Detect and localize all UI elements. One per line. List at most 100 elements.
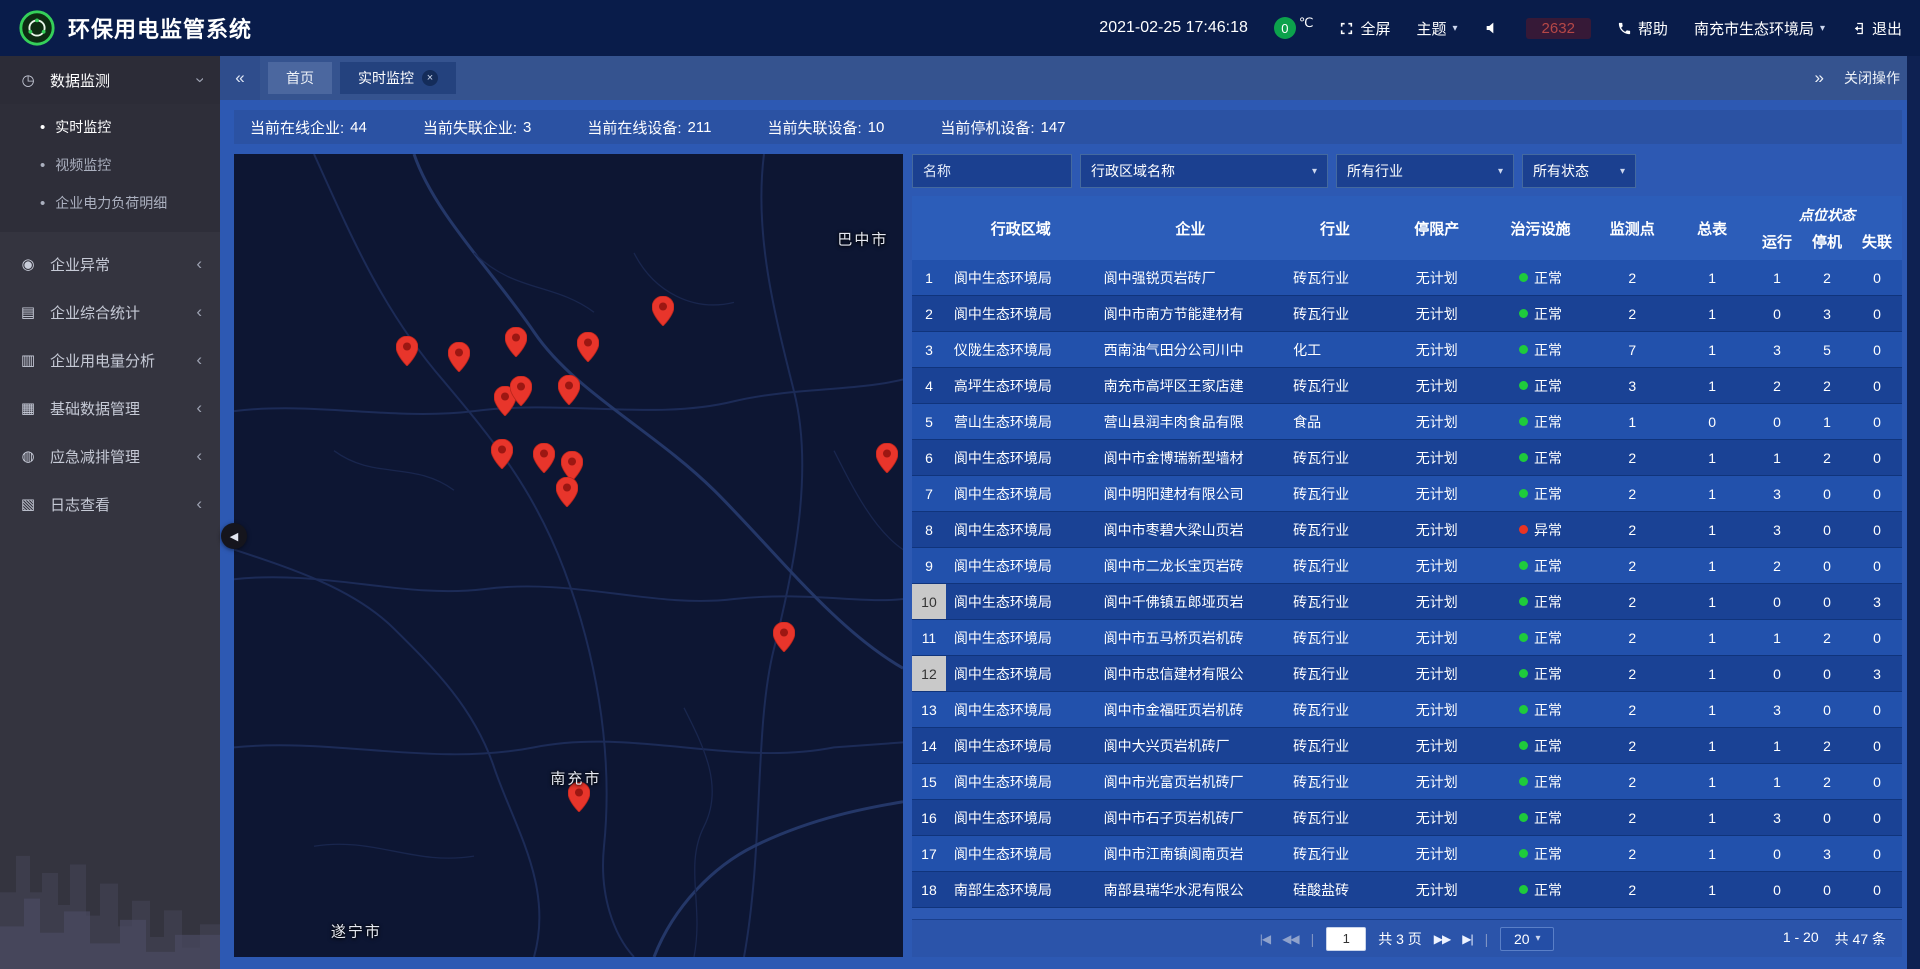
row-number: 16 bbox=[912, 800, 946, 835]
tab-label: 实时监控 bbox=[358, 68, 414, 88]
map-pin[interactable] bbox=[448, 342, 470, 372]
sidebar-subitem[interactable]: • 视频监控 bbox=[0, 146, 220, 184]
cell-monitor-points: 2 bbox=[1592, 810, 1672, 826]
cell-monitor-points: 2 bbox=[1592, 450, 1672, 466]
sidebar-item[interactable]: ▧ 日志查看 ‹ bbox=[0, 480, 220, 528]
first-page-button[interactable]: |◀ bbox=[1260, 932, 1270, 946]
table-row[interactable]: 8 阆中生态环境局 阆中市枣碧大梁山页岩 砖瓦行业 无计划 异常 2 bbox=[912, 512, 1902, 548]
sidebar-item[interactable]: ◍ 应急减排管理 ‹ bbox=[0, 432, 220, 480]
map-pin[interactable] bbox=[396, 336, 418, 366]
page-number-input[interactable] bbox=[1326, 927, 1366, 951]
table-row[interactable]: 3 仪陇生态环境局 西南油气田分公司川中 化工 无计划 正常 7 bbox=[912, 332, 1902, 368]
col-header-region: 行政区域 bbox=[946, 218, 1096, 239]
page-size-select[interactable]: 20 ▾ bbox=[1500, 927, 1554, 951]
tabs-scroll-left-button[interactable]: « bbox=[220, 56, 260, 100]
cell-company: 阆中市二龙长宝页岩砖 bbox=[1096, 556, 1286, 576]
close-icon[interactable]: × bbox=[422, 70, 438, 86]
last-page-button[interactable]: ▶| bbox=[1462, 932, 1472, 946]
sidebar-item[interactable]: ▥ 企业用电量分析 ‹ bbox=[0, 336, 220, 384]
cell-industry: 砖瓦行业 bbox=[1285, 484, 1385, 504]
map-pin[interactable] bbox=[510, 376, 532, 406]
cell-stop: 0 bbox=[1802, 882, 1852, 898]
map-pin[interactable] bbox=[876, 443, 898, 473]
cell-region: 阆中生态环境局 bbox=[946, 556, 1096, 576]
cell-point-status: 1 2 0 bbox=[1752, 630, 1902, 646]
region-select[interactable]: 行政区域名称 ▾ bbox=[1080, 154, 1328, 188]
cell-lost: 0 bbox=[1852, 738, 1902, 754]
table-row[interactable]: 4 高坪生态环境局 南充市高坪区王家店建 砖瓦行业 无计划 正常 3 bbox=[912, 368, 1902, 404]
temperature-unit: ℃ bbox=[1299, 15, 1314, 31]
table-row[interactable]: 10 阆中生态环境局 阆中千佛镇五郎垭页岩 砖瓦行业 无计划 正常 2 bbox=[912, 584, 1902, 620]
industry-select[interactable]: 所有行业 ▾ bbox=[1336, 154, 1514, 188]
map-pin[interactable] bbox=[652, 296, 674, 326]
table-row[interactable]: 5 营山生态环境局 营山县润丰肉食品有限 食品 无计划 正常 1 bbox=[912, 404, 1902, 440]
table-row[interactable]: 16 阆中生态环境局 阆中市石子页岩机砖厂 砖瓦行业 无计划 正常 2 bbox=[912, 800, 1902, 836]
name-search-input[interactable] bbox=[912, 154, 1072, 188]
chevron-left-icon: ◀ bbox=[230, 530, 238, 543]
table-row[interactable]: 7 阆中生态环境局 阆中明阳建材有限公司 砖瓦行业 无计划 正常 2 bbox=[912, 476, 1902, 512]
scrollbar[interactable] bbox=[1907, 56, 1920, 969]
table-row[interactable]: 11 阆中生态环境局 阆中市五马桥页岩机砖 砖瓦行业 无计划 正常 2 bbox=[912, 620, 1902, 656]
help-button[interactable]: 帮助 bbox=[1617, 18, 1668, 39]
map[interactable]: 巴中市 南充市 遂宁市 bbox=[234, 154, 903, 957]
table-row[interactable]: 17 阆中生态环境局 阆中市江南镇阆南页岩 砖瓦行业 无计划 正常 2 bbox=[912, 836, 1902, 872]
sidebar-item[interactable]: ▤ 企业综合统计 ‹ bbox=[0, 288, 220, 336]
map-pin[interactable] bbox=[773, 622, 795, 652]
cell-lost: 0 bbox=[1852, 774, 1902, 790]
sidebar-subitem[interactable]: • 实时监控 bbox=[0, 108, 220, 146]
cell-facility-status: 正常 bbox=[1489, 664, 1593, 684]
tab-bar: « 首页 实时监控 × » 关闭操作 bbox=[220, 56, 1920, 100]
facility-status-label: 正常 bbox=[1534, 700, 1562, 720]
sidebar-item-label: 应急减排管理 bbox=[50, 446, 140, 467]
map-pin[interactable] bbox=[577, 332, 599, 362]
chevron-down-icon: ▾ bbox=[1498, 166, 1503, 177]
table-row[interactable]: 9 阆中生态环境局 阆中市二龙长宝页岩砖 砖瓦行业 无计划 正常 2 bbox=[912, 548, 1902, 584]
sidebar-subitem[interactable]: • 企业电力负荷明细 bbox=[0, 184, 220, 222]
map-pin[interactable] bbox=[556, 477, 578, 507]
table-row[interactable]: 12 阆中生态环境局 阆中市忠信建材有限公 砖瓦行业 无计划 正常 2 bbox=[912, 656, 1902, 692]
sidebar-item-data-monitor[interactable]: ◷ 数据监测 ‹ bbox=[0, 56, 220, 104]
close-operations-button[interactable]: 关闭操作 bbox=[1844, 68, 1900, 88]
cell-limit: 无计划 bbox=[1385, 592, 1489, 612]
tab-realtime-monitor[interactable]: 实时监控 × bbox=[340, 62, 456, 94]
prev-page-button[interactable]: ◀◀ bbox=[1282, 932, 1298, 946]
cell-point-status: 1 2 0 bbox=[1752, 738, 1902, 754]
cell-industry: 砖瓦行业 bbox=[1285, 736, 1385, 756]
exit-icon bbox=[1851, 21, 1866, 36]
cell-lost: 0 bbox=[1852, 630, 1902, 646]
stat-item: 当前停机设备: 147 bbox=[940, 117, 1065, 138]
page-title: 环保用电监管系统 bbox=[68, 12, 252, 44]
cell-total-meters: 1 bbox=[1672, 846, 1752, 862]
pin-icon bbox=[558, 375, 580, 405]
chevron-down-icon: ▾ bbox=[1453, 23, 1458, 34]
table-row[interactable]: 2 阆中生态环境局 阆中市南方节能建材有 砖瓦行业 无计划 正常 2 bbox=[912, 296, 1902, 332]
map-pin[interactable] bbox=[505, 327, 527, 357]
table-row[interactable]: 15 阆中生态环境局 阆中市光富页岩机砖厂 砖瓦行业 无计划 正常 2 bbox=[912, 764, 1902, 800]
region-select-value: 行政区域名称 bbox=[1091, 161, 1175, 181]
map-pin[interactable] bbox=[533, 443, 555, 473]
table-row[interactable]: 1 阆中生态环境局 阆中强锐页岩砖厂 砖瓦行业 无计划 正常 2 bbox=[912, 260, 1902, 296]
stat-item: 当前在线设备: 211 bbox=[587, 117, 711, 138]
table-row[interactable]: 18 南部生态环境局 南部县瑞华水泥有限公 硅酸盐砖 无计划 正常 2 bbox=[912, 872, 1902, 908]
cell-region: 仪陇生态环境局 bbox=[946, 340, 1096, 360]
tab-home[interactable]: 首页 bbox=[268, 62, 332, 94]
cell-region: 阆中生态环境局 bbox=[946, 664, 1096, 684]
status-select[interactable]: 所有状态 ▾ bbox=[1522, 154, 1636, 188]
logout-button[interactable]: 退出 bbox=[1851, 18, 1902, 39]
col-header-run: 运行 bbox=[1752, 231, 1802, 252]
map-pin[interactable] bbox=[558, 375, 580, 405]
org-dropdown[interactable]: 南充市生态环境局 ▾ bbox=[1694, 18, 1825, 39]
alarm-sound-button[interactable] bbox=[1484, 20, 1500, 36]
tabs-scroll-right-button[interactable]: » bbox=[1815, 68, 1824, 88]
table-row[interactable]: 13 阆中生态环境局 阆中市金福旺页岩机砖 砖瓦行业 无计划 正常 2 bbox=[912, 692, 1902, 728]
table-row[interactable]: 14 阆中生态环境局 阆中大兴页岩机砖厂 砖瓦行业 无计划 正常 2 bbox=[912, 728, 1902, 764]
cell-region: 阆中生态环境局 bbox=[946, 520, 1096, 540]
fullscreen-button[interactable]: 全屏 bbox=[1339, 18, 1390, 39]
next-page-button[interactable]: ▶▶ bbox=[1434, 932, 1450, 946]
table-row[interactable]: 6 阆中生态环境局 阆中市金博瑞新型墙材 砖瓦行业 无计划 正常 2 bbox=[912, 440, 1902, 476]
theme-dropdown[interactable]: 主题 ▾ bbox=[1417, 18, 1458, 39]
stat-label: 当前停机设备: bbox=[940, 117, 1034, 138]
sidebar-item[interactable]: ▦ 基础数据管理 ‹ bbox=[0, 384, 220, 432]
map-pin[interactable] bbox=[491, 439, 513, 469]
sidebar-item[interactable]: ◉ 企业异常 ‹ bbox=[0, 240, 220, 288]
